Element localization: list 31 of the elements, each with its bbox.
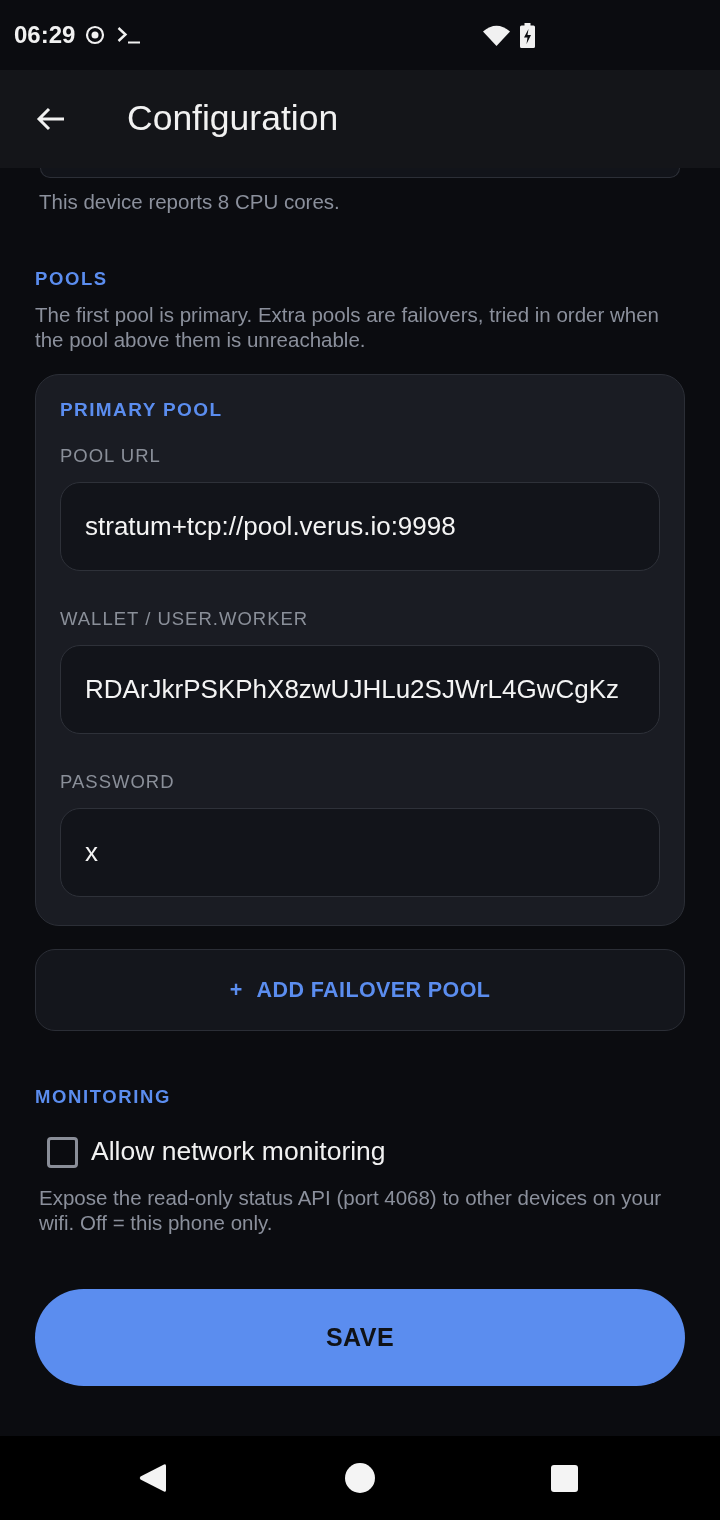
back-nav-button[interactable] <box>137 1463 167 1493</box>
back-arrow-icon <box>35 107 65 131</box>
section-heading: MONITORING <box>34 1085 172 1109</box>
input-field[interactable]: RDArJkrPSKPhX8zwUJHLu2SJWrL4GwCgKz <box>60 645 660 734</box>
recents-square-icon <box>551 1464 578 1492</box>
section-heading: POOLS <box>34 267 109 291</box>
home-nav-button[interactable] <box>345 1463 375 1493</box>
input-field[interactable]: stratum+tcp://pool.verus.io:9998 <box>60 482 660 571</box>
monitoring-description: Expose the read-only status API (port 4068) to other devices on your wifi. Off = this phone only. <box>38 1185 663 1235</box>
checkbox[interactable] <box>47 1136 78 1168</box>
checkbox-label[interactable]: Allow network monitoring <box>91 1132 386 1172</box>
field-label: POOL URL <box>60 444 162 468</box>
input-field[interactable]: x <box>60 808 660 897</box>
record-icon <box>85 25 106 45</box>
section-description: The first pool is primary. Extra pools are failovers, tried in order when the pool above them is unreachable. <box>34 302 660 352</box>
plus-icon: + <box>229 973 243 1007</box>
field-label: WALLET / USER.WORKER <box>60 607 310 631</box>
screen-title: Configuration <box>127 101 339 137</box>
back-triangle-icon <box>138 1463 166 1493</box>
home-circle-icon <box>345 1463 375 1493</box>
wifi-icon <box>483 24 511 46</box>
save-button[interactable]: SAVE <box>35 1289 685 1386</box>
card-title: PRIMARY POOL <box>60 398 224 422</box>
field-label: PASSWORD <box>60 770 176 794</box>
battery-charging-icon <box>520 22 536 48</box>
terminal-icon <box>117 26 142 44</box>
add-failover-pool-button[interactable]: + ADD FAILOVER POOL <box>35 949 685 1031</box>
cpu-note: This device reports 8 CPU cores. <box>38 190 341 214</box>
input-field[interactable] <box>40 168 680 178</box>
recents-nav-button[interactable] <box>551 1464 578 1492</box>
status-time: 06:29 <box>14 23 76 47</box>
